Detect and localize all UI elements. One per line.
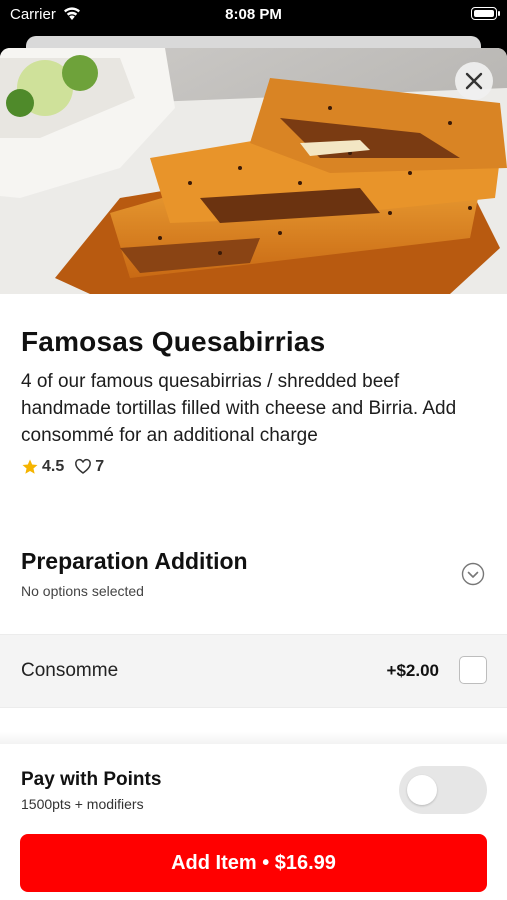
status-bar: Carrier 8:08 PM [0,0,507,30]
section-subtitle: No options selected [21,583,144,599]
item-title: Famosas Quesabirrias [21,326,326,357]
star-icon [22,459,38,474]
battery-icon [471,7,500,20]
close-button[interactable] [455,62,493,100]
item-stats: 4.5 7 [21,458,104,476]
option-price: +$2.00 [386,661,439,680]
points-toggle[interactable] [399,766,487,814]
option-row-consomme[interactable]: Consomme +$2.00 [0,634,507,708]
food-image [0,48,507,294]
likes-count: 7 [95,458,105,475]
points-title: Pay with Points [21,769,162,790]
option-name: Consomme [21,660,119,681]
toggle-knob [407,775,437,805]
close-icon [465,72,483,90]
divider [0,732,507,744]
clock: 8:08 PM [225,6,282,23]
points-subtitle: 1500pts + modifiers [21,796,144,812]
rating-value: 4.5 [42,458,65,475]
option-checkbox[interactable] [459,656,487,684]
add-item-button[interactable]: Add Item • $16.99 [20,834,487,892]
heart-icon[interactable] [74,458,92,476]
chevron-down-icon[interactable] [461,562,485,586]
item-detail-sheet: Famosas Quesabirrias 4 of our famous que… [0,48,507,900]
item-description: 4 of our famous quesabirrias / shredded … [21,371,457,446]
section-title: Preparation Addition [21,548,248,574]
